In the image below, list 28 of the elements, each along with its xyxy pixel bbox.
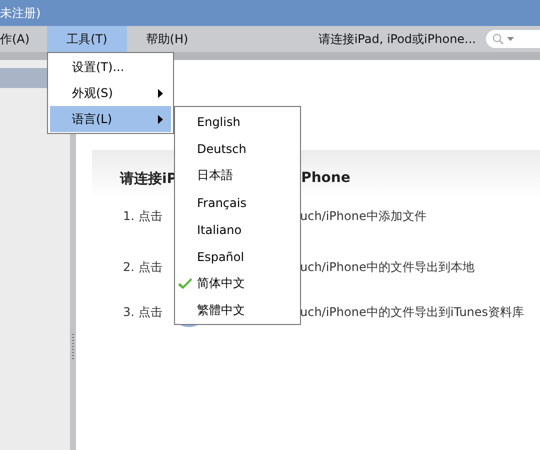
step-number: 1. 点击 — [123, 208, 164, 224]
step-text: uch/iPhone中的文件导出到iTunes资料库 — [300, 304, 524, 320]
language-option[interactable]: Français — [175, 189, 300, 216]
language-option[interactable]: 繁體中文 — [175, 297, 300, 324]
step-text: uch/iPhone中的文件导出到本地 — [300, 258, 474, 276]
language-option[interactable]: English — [175, 108, 300, 135]
dropdown-arrow-icon — [507, 37, 514, 41]
connect-title: Phone — [301, 170, 350, 188]
language-option[interactable]: Español — [175, 243, 300, 270]
menu-option[interactable]: 语言(L) — [50, 106, 171, 132]
language-option[interactable]: Deutsch — [175, 135, 300, 162]
submenu-arrow-icon — [158, 114, 163, 124]
step-text: uch/iPhone中添加文件 — [300, 208, 426, 224]
language-option[interactable]: 简体中文 — [175, 270, 300, 297]
menu-item[interactable]: 作(A) — [0, 26, 47, 52]
submenu-arrow-icon — [158, 88, 163, 98]
search-field[interactable] — [486, 30, 540, 48]
menu-item[interactable]: 帮助(H) — [127, 26, 207, 52]
menu-option[interactable]: 外观(S) — [50, 80, 171, 106]
window-title: 未注册) — [0, 4, 41, 22]
step-number: 3. 点击 — [123, 304, 164, 320]
search-icon — [492, 33, 504, 45]
language-option[interactable]: Italiano — [175, 216, 300, 243]
menu-option[interactable]: 设置(T)... — [50, 54, 171, 80]
connection-status: 请连接iPad, iPod或iPhone... — [318, 30, 476, 48]
menu-item[interactable]: 工具(T) — [47, 26, 127, 52]
step-number: 2. 点击 — [123, 258, 164, 276]
language-option[interactable]: 日本語 — [175, 162, 300, 189]
